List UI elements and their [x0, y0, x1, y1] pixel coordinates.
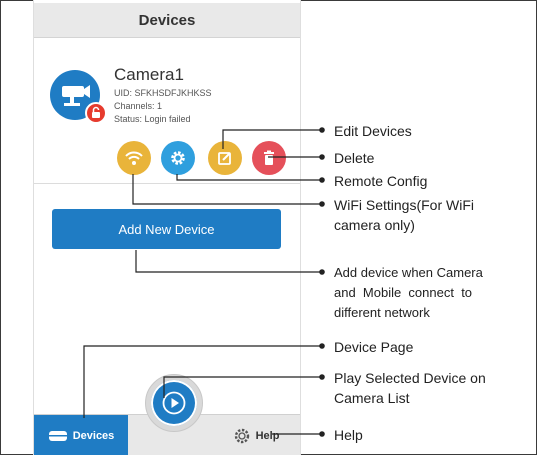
callout-play-line1: Play Selected Device on: [334, 370, 486, 386]
callout-edit-devices: Edit Devices: [334, 123, 412, 139]
callout-help: Help: [334, 427, 363, 443]
callout-remote-config: Remote Config: [334, 173, 428, 189]
callout-wifi-settings-line2: camera only): [334, 217, 415, 233]
callout-add-device-line3: different network: [334, 305, 430, 320]
callout-add-device-line1: Add device when Camera: [334, 265, 483, 280]
callout-add-device-line2: and Mobile connect to: [334, 285, 473, 300]
callout-device-page: Device Page: [334, 339, 414, 355]
callout-play-line2: Camera List: [334, 390, 410, 406]
callout-wifi-settings-line1: WiFi Settings(For WiFi: [334, 197, 474, 213]
callout-delete: Delete: [334, 150, 375, 166]
